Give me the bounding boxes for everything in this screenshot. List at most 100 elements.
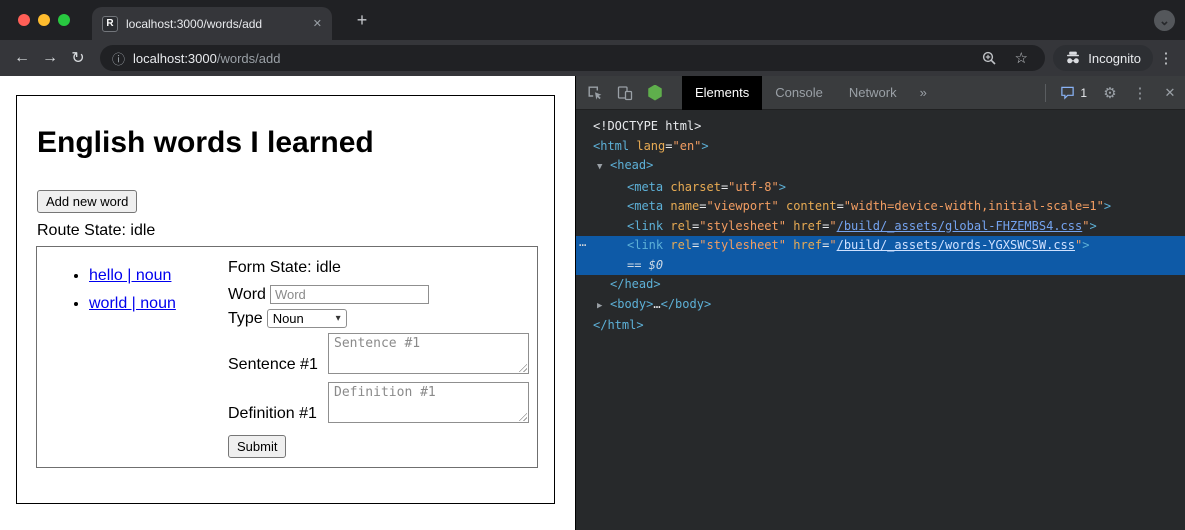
downloads-icon[interactable]: ⌄ <box>1154 10 1175 31</box>
minimize-window-button[interactable] <box>38 14 50 26</box>
sentence-row: Sentence #1 <box>228 333 529 374</box>
browser-tab[interactable]: R localhost:3000/words/add ✕ <box>92 7 332 40</box>
back-button[interactable]: ← <box>8 44 36 72</box>
sentence-label: Sentence #1 <box>228 356 325 374</box>
inspect-element-icon[interactable] <box>580 76 610 110</box>
dom-line[interactable]: </html> <box>576 316 1185 336</box>
device-toolbar-icon[interactable] <box>610 76 640 110</box>
url-path: /words/add <box>217 51 281 66</box>
page-title: English words I learned <box>37 126 534 160</box>
bookmark-star-icon[interactable]: ☆ <box>1009 49 1033 67</box>
definition-row: Definition #1 <box>228 382 529 423</box>
definition-textarea[interactable] <box>328 382 529 423</box>
reload-button[interactable]: ↻ <box>64 44 92 72</box>
devtools-tabs: Elements Console Network <box>682 76 910 110</box>
devtools-panel: Elements Console Network » 1 ⚙ ⋮ ✕ <!DOC… <box>575 76 1185 530</box>
word-link-hello[interactable]: hello | noun <box>89 267 171 284</box>
settings-gear-icon[interactable]: ⚙ <box>1095 76 1125 110</box>
word-row: Word <box>228 285 529 304</box>
browser-window: R localhost:3000/words/add ✕ + ⌄ ← → ↻ ⓘ… <box>0 0 1185 530</box>
dom-line[interactable]: <html lang="en"> <box>576 137 1185 157</box>
app-container: English words I learned Add new word Rou… <box>16 95 555 504</box>
dom-line-code: <link rel="stylesheet" href="/build/_ass… <box>627 219 1097 233</box>
dom-line[interactable]: </head> <box>576 275 1185 295</box>
more-tabs-icon[interactable]: » <box>910 76 937 110</box>
window-controls <box>18 14 70 26</box>
incognito-label: Incognito <box>1088 51 1141 66</box>
words-panel: hello | noun world | noun Form State: id… <box>36 246 538 468</box>
dom-line-code: <html lang="en"> <box>593 139 709 153</box>
content-area: English words I learned Add new word Rou… <box>0 76 1185 530</box>
dom-line-code: </html> <box>593 318 644 332</box>
devtools-toolbar-right: 1 ⚙ ⋮ ✕ <box>1039 76 1185 110</box>
sentence-textarea[interactable] <box>328 333 529 374</box>
dom-line[interactable]: == $0 <box>576 256 1185 276</box>
add-new-word-button[interactable]: Add new word <box>37 190 137 213</box>
tab-strip: R localhost:3000/words/add ✕ + ⌄ <box>0 0 1185 40</box>
web-page: English words I learned Add new word Rou… <box>0 76 575 530</box>
type-select[interactable]: Noun ▾ <box>267 309 347 328</box>
dom-line-code: <meta charset="utf-8"> <box>627 180 786 194</box>
dom-line[interactable]: ⋯<link rel="stylesheet" href="/build/_as… <box>576 236 1185 256</box>
dom-line-code: <body>…</body> <box>610 297 711 311</box>
form-state-text: Form State: idle <box>228 259 529 277</box>
url-text: localhost:3000/words/add <box>133 51 280 66</box>
dom-line-code: <!DOCTYPE html> <box>593 119 701 133</box>
browser-menu-icon[interactable]: ⋮ <box>1153 49 1179 67</box>
chevron-down-icon: ▾ <box>336 313 341 324</box>
issues-badge[interactable]: 1 <box>1052 85 1095 100</box>
dom-line-code: == $0 <box>627 258 663 272</box>
forward-button[interactable]: → <box>36 44 64 72</box>
dom-line[interactable]: ▼<head> <box>576 156 1185 178</box>
list-item: hello | noun <box>89 267 228 285</box>
dom-line[interactable]: <link rel="stylesheet" href="/build/_ass… <box>576 217 1185 237</box>
list-item: world | noun <box>89 295 228 313</box>
devtools-toolbar: Elements Console Network » 1 ⚙ ⋮ ✕ <box>576 76 1185 110</box>
dom-line[interactable]: <!DOCTYPE html> <box>576 117 1185 137</box>
dom-line[interactable]: ▶<body>…</body> <box>576 295 1185 317</box>
dom-line[interactable]: <meta name="viewport" content="width=dev… <box>576 197 1185 217</box>
tab-console[interactable]: Console <box>762 76 836 110</box>
site-favicon-icon: R <box>102 16 118 32</box>
devtools-menu-icon[interactable]: ⋮ <box>1125 76 1155 110</box>
tab-close-icon[interactable]: ✕ <box>313 17 322 30</box>
type-label: Type <box>228 310 263 328</box>
submit-button[interactable]: Submit <box>228 435 286 458</box>
url-host: localhost:3000 <box>133 51 217 66</box>
close-window-button[interactable] <box>18 14 30 26</box>
dom-line-code: <head> <box>610 158 653 172</box>
devtools-close-icon[interactable]: ✕ <box>1155 76 1185 110</box>
type-row: Type Noun ▾ <box>228 309 529 328</box>
word-input[interactable] <box>270 285 429 304</box>
sentence-textarea-wrap <box>328 333 529 374</box>
word-list: hello | noun world | noun <box>37 247 228 467</box>
tab-title: localhost:3000/words/add <box>126 17 305 31</box>
disclosure-open-icon[interactable]: ▼ <box>597 158 610 178</box>
message-bubble-icon <box>1060 85 1075 100</box>
address-bar[interactable]: ⓘ localhost:3000/words/add ☆ <box>100 45 1045 71</box>
add-word-form: Form State: idle Word Type Noun ▾ <box>228 247 529 467</box>
page-info-icon[interactable]: ⓘ <box>112 49 125 68</box>
issues-count: 1 <box>1080 86 1087 100</box>
submit-row: Submit <box>228 435 529 458</box>
node-extension-icon[interactable] <box>640 76 670 110</box>
more-actions-icon[interactable]: ⋯ <box>579 236 584 256</box>
type-select-value: Noun <box>273 311 304 326</box>
new-tab-button[interactable]: + <box>350 8 374 32</box>
word-link-world[interactable]: world | noun <box>89 295 176 312</box>
incognito-icon <box>1065 51 1081 65</box>
browser-toolbar: ← → ↻ ⓘ localhost:3000/words/add ☆ Incog… <box>0 40 1185 76</box>
tab-elements[interactable]: Elements <box>682 76 762 110</box>
dom-line-code: <meta name="viewport" content="width=dev… <box>627 199 1111 213</box>
definition-label: Definition #1 <box>228 405 325 423</box>
definition-textarea-wrap <box>328 382 529 423</box>
disclosure-closed-icon[interactable]: ▶ <box>597 297 610 317</box>
word-label: Word <box>228 286 266 304</box>
dom-tree: <!DOCTYPE html> <html lang="en"> ▼<head> <m… <box>576 110 1185 530</box>
dom-line[interactable]: <meta charset="utf-8"> <box>576 178 1185 198</box>
tab-network[interactable]: Network <box>836 76 910 110</box>
maximize-window-button[interactable] <box>58 14 70 26</box>
route-state-text: Route State: idle <box>37 222 534 240</box>
zoom-icon[interactable] <box>977 51 1001 66</box>
toolbar-divider <box>1045 84 1046 102</box>
